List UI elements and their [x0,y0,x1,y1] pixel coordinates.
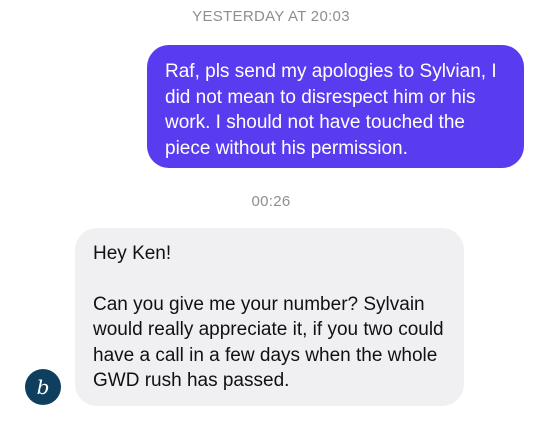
sender-avatar[interactable]: b [25,369,61,405]
incoming-message-body: Can you give me your number? Sylvain wou… [93,293,444,392]
timestamp-time: 00:26 [251,193,291,210]
incoming-message-greeting: Hey Ken! [93,243,172,264]
incoming-message-bubble[interactable]: Hey Ken! Can you give me your number? Sy… [75,228,464,406]
outgoing-message-bubble[interactable]: Raf, pls send my apologies to Sylvian, I… [147,45,524,168]
outgoing-message-text: Raf, pls send my apologies to Sylvian, I… [165,61,497,159]
timestamp-yesterday: YESTERDAY AT 20:03 [192,8,350,25]
avatar-letter: b [36,375,50,399]
